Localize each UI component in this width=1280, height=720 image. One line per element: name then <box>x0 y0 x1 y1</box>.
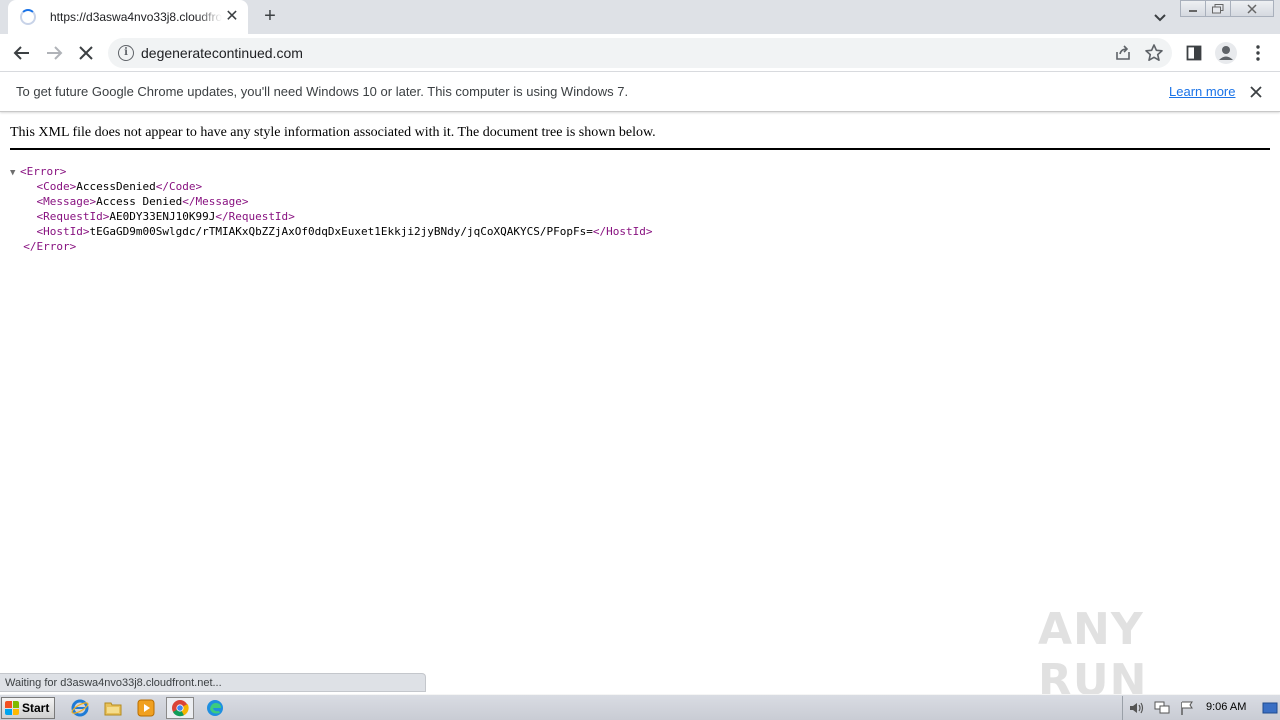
xml-value: AccessDenied <box>76 180 156 193</box>
status-bar: Waiting for d3aswa4nvo33j8.cloudfront.ne… <box>0 673 426 692</box>
file-explorer-icon[interactable] <box>99 697 127 719</box>
taskbar-clock[interactable]: 9:06 AM <box>1206 701 1246 713</box>
tab-close-icon[interactable]: ✕ <box>224 9 240 25</box>
tab-search-icon[interactable] <box>1150 7 1170 27</box>
xml-value: Access Denied <box>96 195 183 208</box>
internet-explorer-icon[interactable] <box>66 697 94 719</box>
site-info-icon[interactable]: i <box>118 45 134 61</box>
media-player-icon[interactable] <box>132 697 160 719</box>
xml-notice: This XML file does not appear to have an… <box>10 125 1270 150</box>
loading-spinner-icon <box>20 9 36 25</box>
update-infobar: To get future Google Chrome updates, you… <box>0 72 1280 112</box>
xml-root-open[interactable]: ▼ <Error> <box>10 164 652 179</box>
side-panel-icon[interactable] <box>1184 43 1204 63</box>
xml-tree: ▼ <Error> <Code>AccessDenied</Code> <Mess… <box>10 164 652 254</box>
tag-close: </Code> <box>155 180 203 193</box>
tag-open: <Code> <box>36 180 77 193</box>
tag-close: </HostId> <box>592 225 653 238</box>
browser-tab[interactable]: https://d3aswa4nvo33j8.cloudfront.net ✕ <box>8 0 248 34</box>
network-icon[interactable] <box>1154 701 1170 715</box>
tag-open: <HostId> <box>36 225 90 238</box>
address-bar[interactable]: i degeneratecontinued.com <box>108 38 1172 68</box>
bookmark-star-icon[interactable] <box>1144 43 1164 63</box>
tag-open: <Message> <box>36 195 97 208</box>
learn-more-link[interactable]: Learn more <box>1169 84 1235 99</box>
tab-title: https://d3aswa4nvo33j8.cloudfront.net <box>50 10 222 24</box>
new-tab-icon[interactable]: + <box>260 6 280 26</box>
xml-field-code: <Code>AccessDenied</Code> <box>10 179 652 194</box>
tab-strip: https://d3aswa4nvo33j8.cloudfront.net ✕ … <box>0 0 1280 34</box>
minimize-icon[interactable] <box>1180 0 1206 17</box>
tag-close: </Message> <box>182 195 249 208</box>
xml-field-message: <Message>Access Denied</Message> <box>10 194 652 209</box>
tag-open: <RequestId> <box>36 210 110 223</box>
volume-icon[interactable] <box>1129 701 1145 715</box>
xml-root-close: </Error> <box>23 240 77 253</box>
start-label: Start <box>22 701 50 715</box>
windows-logo-icon <box>5 701 19 715</box>
address-text[interactable]: degeneratecontinued.com <box>141 45 303 61</box>
infobar-message: To get future Google Chrome updates, you… <box>16 84 629 99</box>
tag-close: </RequestId> <box>215 210 295 223</box>
stop-loading-icon[interactable] <box>76 43 96 63</box>
browser-toolbar: i degeneratecontinued.com <box>0 34 1280 72</box>
forward-arrow-icon[interactable] <box>44 43 64 63</box>
show-desktop-icon[interactable] <box>1262 701 1278 715</box>
xml-value: AE0DY33ENJ10K99J <box>109 210 216 223</box>
restore-icon[interactable] <box>1205 0 1231 17</box>
share-icon[interactable] <box>1114 44 1132 62</box>
edge-icon[interactable] <box>201 697 229 719</box>
back-arrow-icon[interactable] <box>12 43 32 63</box>
chrome-taskbar-icon[interactable] <box>166 697 194 719</box>
start-button[interactable]: Start <box>1 697 55 719</box>
menu-kebab-icon[interactable] <box>1248 43 1268 63</box>
xml-value: tEGaGD9m00Swlgdc/rTMIAKxQbZZjAxOf0dqDxEu… <box>89 225 593 238</box>
taskbar: Start 9:06 AM <box>0 694 1280 720</box>
infobar-close-icon[interactable] <box>1247 83 1265 101</box>
profile-avatar-icon[interactable] <box>1214 41 1238 65</box>
window-close-icon[interactable] <box>1230 0 1274 17</box>
window-controls <box>1180 0 1274 17</box>
system-tray <box>1122 696 1280 720</box>
xml-field-requestid: <RequestId>AE0DY33ENJ10K99J</RequestId> <box>10 209 652 224</box>
action-center-flag-icon[interactable] <box>1179 701 1195 715</box>
anyrun-watermark-logo: ANY RUN <box>1038 604 1148 706</box>
xml-field-hostid: <HostId>tEGaGD9m00Swlgdc/rTMIAKxQbZZjAxO… <box>10 224 653 239</box>
